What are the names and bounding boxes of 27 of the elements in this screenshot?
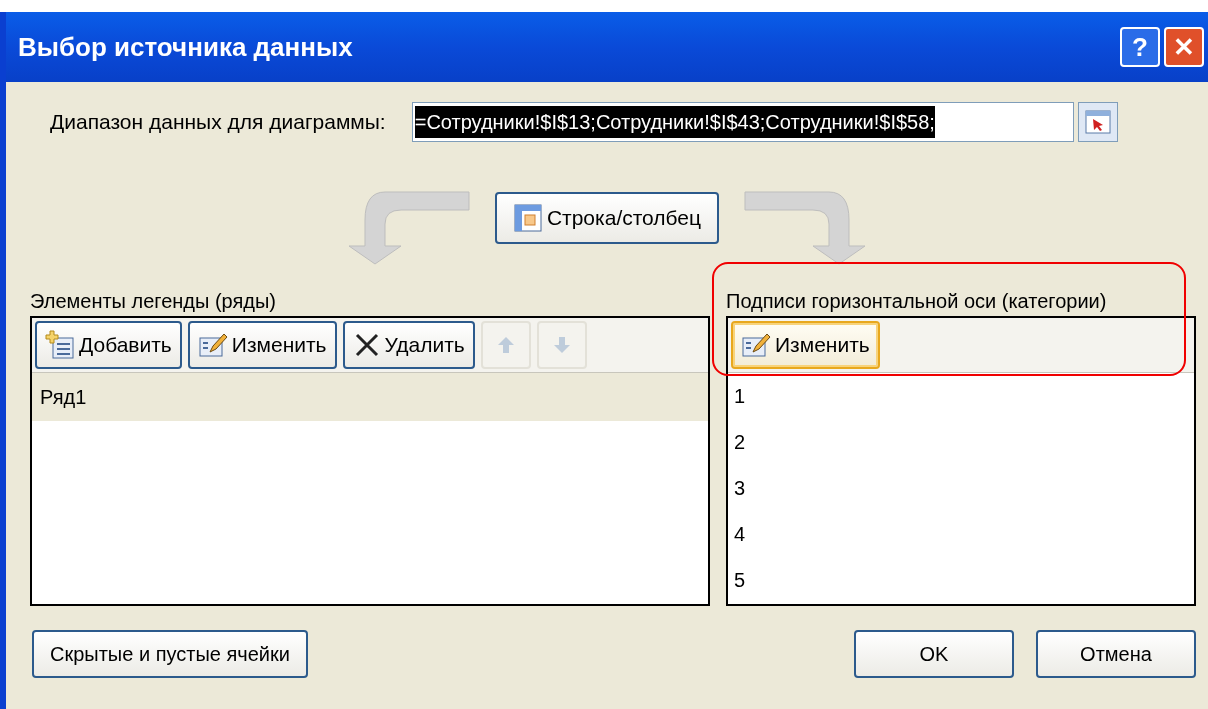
range-label: Диапазон данных для диаграммы: (50, 109, 386, 136)
table-swap-icon (512, 203, 543, 233)
cancel-button[interactable]: Отмена (1036, 630, 1196, 678)
down-arrow-icon (552, 335, 571, 355)
add-button[interactable]: Добавить (35, 321, 182, 369)
legend-section-label: Элементы легенды (ряды) (30, 289, 278, 314)
close-button[interactable]: ✕ (1164, 27, 1204, 67)
category-list-item[interactable]: 5 (728, 557, 1194, 603)
collapse-dialog-button[interactable] (1077, 102, 1118, 142)
range-input-field[interactable]: =Сотрудники!$I$13;Сотрудники!$I$43;Сотрудники!$I$58; (411, 102, 1074, 142)
category-list-item[interactable]: 1 (728, 373, 1194, 419)
category-list-item[interactable]: 3 (728, 465, 1194, 511)
up-arrow-icon (496, 335, 515, 355)
edit-button[interactable]: Изменить (731, 321, 880, 369)
category-list-item[interactable]: 2 (728, 419, 1194, 465)
help-button[interactable]: ? (1120, 27, 1160, 67)
category-list-item[interactable]: 4 (728, 511, 1194, 557)
window-title: Выбор источника данных (18, 30, 353, 64)
range-select-icon (1084, 110, 1111, 134)
edit-button[interactable]: Изменить (187, 321, 337, 369)
switch-row-column-button[interactable]: Строка/столбец (494, 192, 720, 244)
ok-button[interactable]: OK (854, 630, 1014, 678)
hidden-empty-cells-button[interactable]: Скрытые и пустые ячейки (32, 630, 308, 678)
add-list-icon (45, 330, 75, 360)
axis-labels-section-label: Подписи горизонтальной оси (категории) (726, 289, 1108, 314)
delete-button[interactable]: Удалить (342, 321, 475, 369)
series-list-item[interactable]: Ряд1 (32, 373, 708, 421)
